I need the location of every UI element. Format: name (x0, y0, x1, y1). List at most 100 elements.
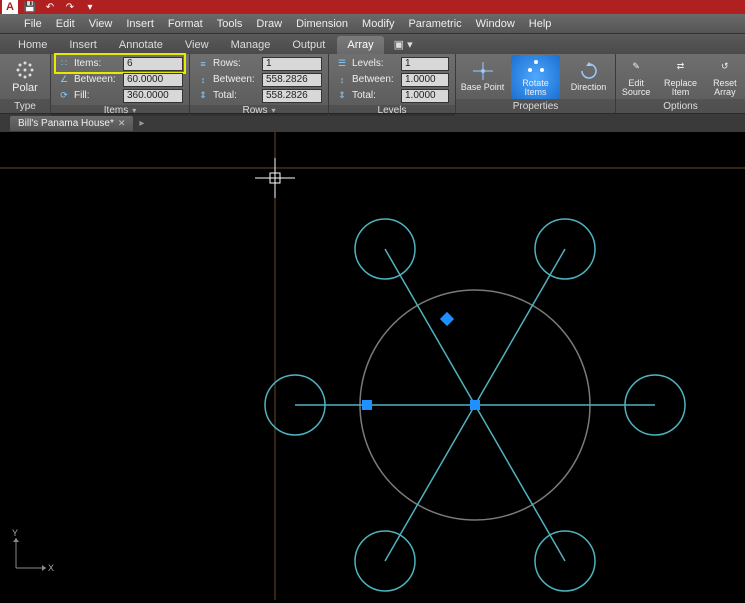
tab-annotate[interactable]: Annotate (109, 36, 173, 54)
panel-options-title: Options (616, 99, 745, 113)
reset-array-button[interactable]: ↺ Reset Array (705, 55, 745, 99)
grip-diamond (440, 312, 454, 326)
panel-rows: ≡ Rows: 1 ↕ Between: 558.2826 ⇕ Total: 5… (190, 54, 329, 113)
menu-format[interactable]: Format (168, 18, 203, 30)
edit-source-icon: ✎ (624, 57, 648, 77)
levels-total-label: Total: (352, 90, 398, 101)
svg-text:X: X (48, 563, 54, 573)
menu-window[interactable]: Window (476, 18, 515, 30)
levels-total-input[interactable]: 1.0000 (401, 89, 449, 103)
levels-total-icon: ⇕ (335, 89, 349, 103)
array-grips (362, 312, 480, 410)
rows-between-label: Between: (213, 74, 259, 85)
tab-view[interactable]: View (175, 36, 219, 54)
rotate-items-button[interactable]: Rotate Items (511, 55, 560, 99)
items-between-input[interactable]: 60.0000 (123, 73, 183, 87)
rows-total-input[interactable]: 558.2826 (262, 89, 322, 103)
items-count-label: Items: (74, 58, 120, 69)
panel-items: ∷ Items: 6 ∠ Between: 60.0000 ⟳ Fill: 36… (51, 54, 190, 113)
levels-icon: ☰ (335, 57, 349, 71)
base-point-button[interactable]: Base Point (458, 59, 507, 94)
tab-output[interactable]: Output (282, 36, 335, 54)
reset-array-icon: ↺ (713, 57, 737, 77)
panel-properties: Base Point Rotate Items Direction Proper… (456, 54, 616, 113)
ribbon-tab-strip: Home Insert Annotate View Manage Output … (0, 34, 745, 54)
panel-properties-title: Properties (456, 99, 615, 113)
items-count-input[interactable]: 6 (123, 57, 183, 71)
rows-total-icon: ⇕ (196, 89, 210, 103)
array-type-label: Polar (12, 82, 38, 94)
drawing-tab[interactable]: Bill's Panama House* ✕ (10, 116, 133, 131)
direction-button[interactable]: Direction (564, 59, 613, 94)
tab-home[interactable]: Home (8, 36, 57, 54)
rows-icon: ≡ (196, 57, 210, 71)
polar-icon (11, 60, 39, 80)
grip-center (470, 400, 480, 410)
menu-view[interactable]: View (89, 18, 113, 30)
array-type-polar-button[interactable]: Polar (6, 60, 44, 94)
fill-angle-icon: ⟳ (57, 89, 71, 103)
menu-edit[interactable]: Edit (56, 18, 75, 30)
quick-access-toolbar: A 💾 ↶ ↷ ▾ (0, 0, 98, 14)
menu-insert[interactable]: Insert (126, 18, 154, 30)
drawing-tab-row: Bill's Panama House* ✕ ▸ (0, 114, 745, 132)
rows-count-input[interactable]: 1 (262, 57, 322, 71)
rows-total-label: Total: (213, 90, 259, 101)
items-fill-input[interactable]: 360.0000 (123, 89, 183, 103)
rows-between-input[interactable]: 558.2826 (262, 73, 322, 87)
drawing-tab-close-icon[interactable]: ✕ (118, 118, 126, 129)
tab-array[interactable]: Array (337, 36, 383, 54)
menu-file[interactable]: File (24, 18, 42, 30)
crosshair-cursor (255, 158, 295, 198)
drawing-tab-label: Bill's Panama House* (18, 118, 114, 129)
direction-icon (577, 61, 601, 81)
qat-dropdown-icon[interactable]: ▾ (82, 0, 98, 14)
expand-icon[interactable]: ▾ (132, 106, 136, 115)
expand-icon[interactable]: ▾ (272, 106, 276, 115)
redo-icon[interactable]: ↷ (62, 0, 78, 14)
menu-help[interactable]: Help (529, 18, 552, 30)
items-between-row: ∠ Between: 60.0000 (57, 72, 183, 87)
grip-spoke-mid (362, 400, 372, 410)
tab-insert[interactable]: Insert (59, 36, 107, 54)
ribbon: Polar Type ∷ Items: 6 ∠ Between: 60.0000… (0, 54, 745, 114)
panel-rows-title: Rows▾ (190, 105, 328, 116)
panel-options: ✎ Edit Source ⇄ Replace Item ↺ Reset Arr… (616, 54, 745, 113)
levels-between-label: Between: (352, 74, 398, 85)
rows-count-label: Rows: (213, 58, 259, 69)
angle-between-icon: ∠ (57, 73, 71, 87)
menu-modify[interactable]: Modify (362, 18, 394, 30)
menu-bar: File Edit View Insert Format Tools Draw … (0, 14, 745, 34)
svg-text:Y: Y (12, 528, 18, 538)
replace-item-icon: ⇄ (668, 57, 692, 77)
panel-levels-title: Levels (329, 105, 455, 116)
tab-overflow-icon[interactable]: ▣ ▾ (386, 35, 421, 54)
title-bar: A 💾 ↶ ↷ ▾ (0, 0, 745, 14)
replace-item-button[interactable]: ⇄ Replace Item (660, 55, 700, 99)
levels-count-label: Levels: (352, 58, 398, 69)
menu-draw[interactable]: Draw (256, 18, 282, 30)
panel-type: Polar Type (0, 54, 51, 113)
rotate-items-icon (524, 57, 548, 77)
menu-dimension[interactable]: Dimension (296, 18, 348, 30)
panel-levels: ☰ Levels: 1 ↕ Between: 1.0000 ⇕ Total: 1… (329, 54, 456, 113)
levels-between-input[interactable]: 1.0000 (401, 73, 449, 87)
menu-parametric[interactable]: Parametric (408, 18, 461, 30)
tab-manage[interactable]: Manage (221, 36, 281, 54)
undo-icon[interactable]: ↶ (42, 0, 58, 14)
items-count-icon: ∷ (57, 57, 71, 71)
levels-count-input[interactable]: 1 (401, 57, 449, 71)
edit-source-button[interactable]: ✎ Edit Source (616, 55, 656, 99)
levels-between-icon: ↕ (335, 73, 349, 87)
drawing-canvas[interactable]: X Y (0, 132, 745, 600)
panel-type-title: Type (0, 99, 50, 113)
new-drawing-tab-icon[interactable]: ▸ (139, 118, 144, 129)
app-icon[interactable]: A (2, 0, 18, 14)
items-fill-row: ⟳ Fill: 360.0000 (57, 88, 183, 103)
items-between-label: Between: (74, 74, 120, 85)
menu-tools[interactable]: Tools (217, 18, 243, 30)
ucs-icon: X Y (12, 532, 52, 574)
base-point-icon (471, 61, 495, 81)
items-count-row: ∷ Items: 6 (57, 56, 183, 71)
save-icon[interactable]: 💾 (22, 0, 38, 14)
